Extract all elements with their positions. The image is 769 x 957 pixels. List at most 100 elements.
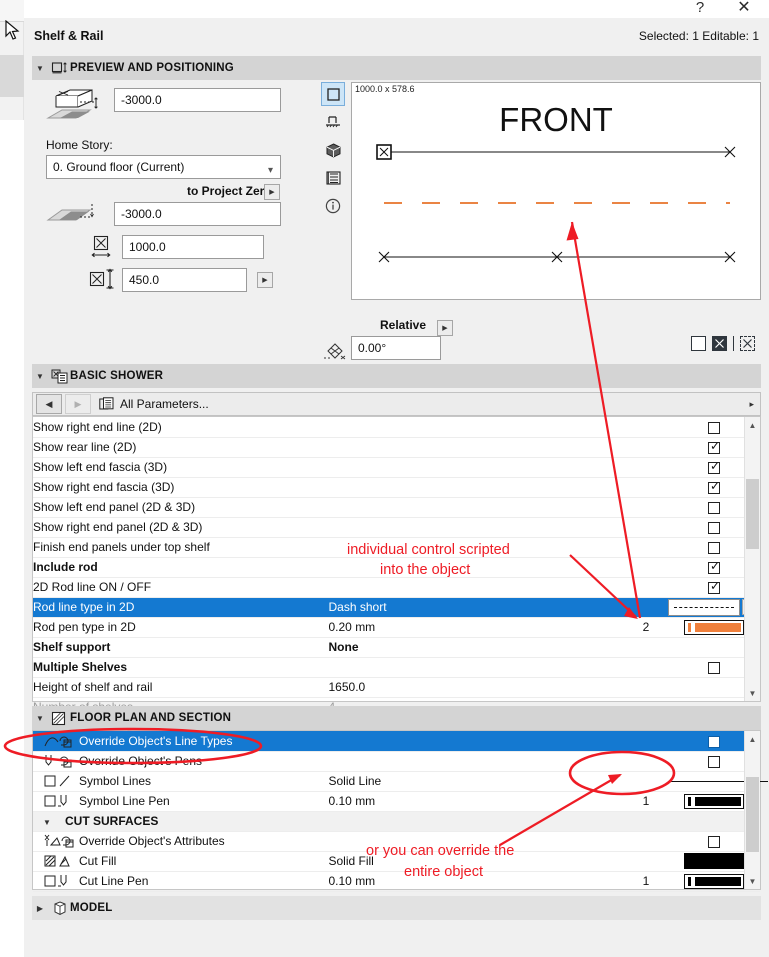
table-row[interactable]: Symbol Line Pen 0.10 mm 1 bbox=[33, 791, 760, 812]
line-type-preview[interactable] bbox=[668, 598, 740, 616]
row-checkbox[interactable] bbox=[708, 541, 720, 554]
row-label: Cut Fill bbox=[33, 851, 329, 872]
collapse-triangle-icon[interactable]: ▼ bbox=[43, 818, 65, 827]
table-row[interactable]: Show left end fascia (3D) bbox=[33, 457, 760, 478]
row-checkbox[interactable] bbox=[708, 755, 720, 768]
height-input[interactable]: 450.0 bbox=[122, 268, 247, 292]
project-zero-elevation-icon bbox=[46, 204, 94, 221]
toggle-empty-icon[interactable] bbox=[691, 336, 706, 351]
section-header-preview-and-positioning[interactable]: ▼ PREVIEW AND POSITIONING bbox=[32, 56, 761, 80]
basic-shower-scrollbar[interactable]: ▲ ▼ bbox=[744, 417, 760, 701]
row-checkbox[interactable] bbox=[708, 459, 721, 474]
row-label: Show rear line (2D) bbox=[33, 437, 329, 458]
width-input[interactable]: 1000.0 bbox=[122, 235, 264, 259]
parameter-more-button[interactable]: ▸ bbox=[749, 399, 754, 410]
table-row[interactable]: Override Object's Pens bbox=[33, 751, 760, 772]
help-button[interactable]: ? bbox=[683, 0, 717, 20]
close-button[interactable]: ✕ bbox=[727, 0, 761, 20]
tool-list-view[interactable] bbox=[321, 166, 345, 190]
tool-2d-symbol-view[interactable] bbox=[321, 82, 345, 106]
table-row[interactable]: Show right end line (2D) bbox=[33, 417, 760, 438]
toggle-dashed-icon[interactable] bbox=[740, 336, 755, 351]
pen-swatch[interactable] bbox=[684, 873, 744, 889]
table-row[interactable]: Multiple Shelves bbox=[33, 657, 760, 678]
scroll-down-icon[interactable]: ▼ bbox=[745, 685, 760, 701]
object-preview[interactable]: 1000.0 x 578.6 FRONT bbox=[351, 82, 761, 300]
tool-info-view[interactable] bbox=[321, 194, 345, 218]
section-header-model[interactable]: ▶ MODEL bbox=[32, 896, 761, 920]
project-zero-elevation-input[interactable]: -3000.0 bbox=[114, 202, 281, 226]
floor-plan-scrollbar[interactable]: ▲ ▼ bbox=[744, 731, 760, 889]
height-options-button[interactable]: ▶ bbox=[257, 272, 273, 288]
object-settings-dialog: Shelf & Rail Selected: 1 Editable: 1 ▼ P… bbox=[24, 18, 769, 957]
row-checkbox[interactable] bbox=[708, 421, 720, 434]
pen-swatch[interactable] bbox=[684, 619, 744, 635]
table-row[interactable]: Show right end fascia (3D) bbox=[33, 477, 760, 498]
tool-floor-plan-view[interactable] bbox=[321, 110, 345, 134]
row-checkbox[interactable] bbox=[708, 835, 720, 848]
expand-triangle-icon[interactable]: ▶ bbox=[32, 904, 48, 913]
home-story-select[interactable]: 0. Ground floor (Current) ▾ bbox=[46, 155, 281, 179]
scroll-down-icon[interactable]: ▼ bbox=[745, 873, 760, 889]
parameter-set-label: All Parameters... bbox=[120, 397, 209, 411]
home-story-label: Home Story: bbox=[46, 138, 113, 152]
row-label: Cut Line Pen bbox=[33, 871, 329, 892]
row-checkbox[interactable] bbox=[708, 479, 721, 494]
home-story-elevation-input[interactable]: -3000.0 bbox=[114, 88, 281, 112]
floor-plan-parameter-list: Override Object's Line Types Override Obj… bbox=[32, 730, 768, 892]
project-zero-options-button[interactable]: ▶ bbox=[264, 184, 280, 200]
scroll-thumb[interactable] bbox=[746, 777, 759, 852]
row-pen-number bbox=[624, 677, 668, 698]
row-label: Rod pen type in 2D bbox=[33, 617, 329, 638]
fill-swatch[interactable] bbox=[684, 853, 744, 869]
row-checkbox[interactable] bbox=[708, 661, 720, 674]
table-row[interactable]: Show rear line (2D) bbox=[33, 437, 760, 458]
row-value: 0.10 mm bbox=[328, 791, 624, 812]
row-checkbox[interactable] bbox=[708, 559, 721, 574]
params-back-button[interactable]: ◀ bbox=[36, 394, 62, 414]
table-group-row[interactable]: ▼ CUT SURFACES bbox=[33, 811, 760, 832]
row-checkbox[interactable] bbox=[708, 735, 720, 748]
row-checkbox[interactable] bbox=[708, 579, 721, 594]
tool-3d-view[interactable] bbox=[321, 138, 345, 162]
parameter-table: Override Object's Line Types Override Obj… bbox=[33, 731, 768, 892]
parameter-set-selector[interactable]: All Parameters... bbox=[99, 397, 209, 411]
collapse-triangle-icon[interactable]: ▼ bbox=[32, 714, 48, 723]
row-label: Override Object's Line Types bbox=[33, 731, 329, 752]
row-value bbox=[328, 557, 624, 578]
table-row[interactable]: Show left end panel (2D & 3D) bbox=[33, 497, 760, 518]
collapse-triangle-icon[interactable]: ▼ bbox=[32, 64, 48, 73]
table-row[interactable]: Symbol Lines Solid Line bbox=[33, 771, 768, 792]
toggle-filled-icon[interactable] bbox=[712, 336, 727, 351]
row-checkbox[interactable] bbox=[708, 501, 720, 514]
row-checkbox[interactable] bbox=[708, 521, 720, 534]
table-row[interactable]: Rod line type in 2DDash short▶ bbox=[33, 597, 760, 618]
rotation-angle-input[interactable]: 0.00° bbox=[351, 336, 441, 360]
row-checkbox[interactable] bbox=[708, 439, 721, 454]
table-row[interactable]: Override Object's Line Types bbox=[33, 731, 760, 752]
scroll-up-icon[interactable]: ▲ bbox=[745, 731, 760, 747]
table-row[interactable]: Rod pen type in 2D 0.20 mm 2 bbox=[33, 617, 760, 638]
pen-swatch[interactable] bbox=[684, 793, 744, 809]
row-value bbox=[328, 477, 624, 498]
width-dimension-icon bbox=[91, 235, 111, 258]
section-header-floor-plan-and-section[interactable]: ▼ FLOOR PLAN AND SECTION bbox=[32, 706, 761, 730]
relative-angle-options-button[interactable]: ▶ bbox=[437, 320, 453, 336]
floorplan-icon bbox=[48, 708, 70, 728]
table-row[interactable]: Height of shelf and rail 1650.0 bbox=[33, 677, 760, 698]
params-forward-button[interactable]: ▶ bbox=[65, 394, 91, 414]
row-value bbox=[328, 657, 624, 678]
table-row[interactable]: 2D Rod line ON / OFF bbox=[33, 577, 760, 598]
scroll-up-icon[interactable]: ▲ bbox=[745, 417, 760, 433]
symbol-line-icon bbox=[43, 773, 79, 789]
table-row[interactable]: Cut Line Pen 0.10 mm 1 bbox=[33, 871, 760, 892]
scroll-thumb[interactable] bbox=[746, 479, 759, 549]
table-row[interactable]: Shelf support None bbox=[33, 637, 760, 658]
row-label: Override Object's Attributes bbox=[33, 831, 329, 852]
collapse-triangle-icon[interactable]: ▼ bbox=[32, 372, 48, 381]
dialog-header: Shelf & Rail Selected: 1 Editable: 1 bbox=[24, 18, 769, 56]
table-row[interactable]: Show right end panel (2D & 3D) bbox=[33, 517, 760, 538]
rotation-angle-icon bbox=[324, 343, 346, 360]
row-value bbox=[328, 811, 624, 832]
section-header-basic-shower[interactable]: ▼ BASIC SHOWER bbox=[32, 364, 761, 388]
